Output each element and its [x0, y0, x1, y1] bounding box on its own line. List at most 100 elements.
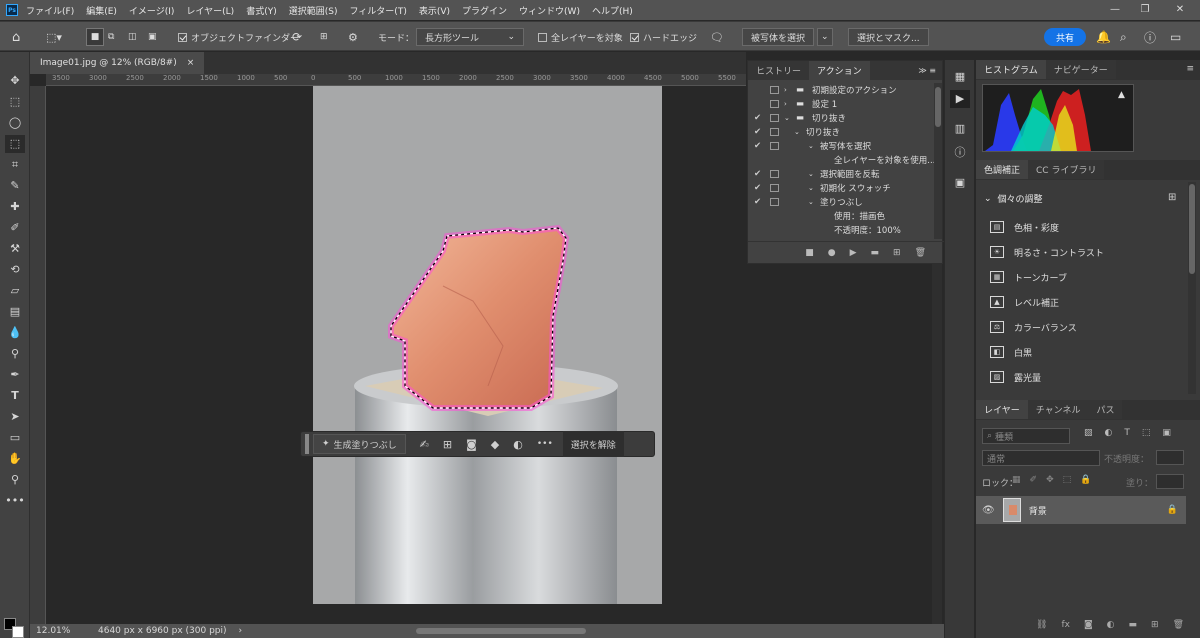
dialog-toggle-icon[interactable] — [770, 142, 779, 150]
tab-history[interactable]: ヒストリー — [748, 61, 810, 80]
action-row[interactable]: ✔ ⌄ 初期化 スウォッチ — [748, 181, 934, 195]
eraser-icon[interactable]: ▱ — [5, 282, 25, 300]
action-row[interactable]: ✔ ⌄ ▬ 切り抜き — [748, 111, 934, 125]
close-window-button[interactable]: ✕ — [1165, 0, 1195, 20]
blur-icon[interactable]: 💧 — [5, 324, 25, 342]
spot-healing-icon[interactable]: ✚ — [5, 198, 25, 216]
menu-item[interactable]: レイヤー(L) — [186, 4, 234, 17]
object-selection-icon[interactable]: ⬚ — [5, 135, 25, 153]
restore-button[interactable]: ❐ — [1130, 0, 1160, 20]
adjustment-item[interactable]: ▤ 色相・彩度 — [990, 218, 1059, 236]
dodge-icon[interactable]: ⚲ — [5, 345, 25, 363]
mask-icon[interactable]: ◙ — [466, 438, 477, 451]
chevron-down-icon[interactable]: ⌄ — [784, 114, 790, 122]
pen-icon[interactable]: ✒ — [5, 366, 25, 384]
tab-adjustments[interactable]: 色調補正 — [976, 160, 1029, 179]
more-options-icon[interactable]: ••• — [537, 439, 553, 449]
history-brush-icon[interactable]: ⟲ — [5, 261, 25, 279]
tab-paths[interactable]: パス — [1088, 400, 1123, 419]
info-panel-icon[interactable]: ⓘ — [950, 144, 970, 162]
status-menu-arrow[interactable]: › — [239, 626, 243, 636]
link-icon[interactable]: ⛓ — [1036, 620, 1047, 630]
home-icon[interactable]: ⌂ — [12, 28, 20, 46]
modify-selection-icon[interactable]: ⊞ — [443, 438, 452, 451]
fill-icon[interactable]: ◆ — [491, 438, 499, 451]
check-icon[interactable]: ✔ — [754, 197, 762, 207]
menu-item[interactable]: 選択範囲(S) — [289, 4, 338, 17]
dialog-toggle-icon[interactable] — [770, 86, 779, 94]
intersect-selection-icon[interactable]: ▣ — [148, 28, 157, 46]
gradient-icon[interactable]: ▤ — [5, 303, 25, 321]
warning-icon[interactable]: ▲ — [1118, 90, 1125, 100]
adjustments-scrollbar[interactable] — [1188, 182, 1196, 394]
crop-icon[interactable]: ⌗ — [5, 156, 25, 174]
refresh-icon[interactable]: ⟳ — [292, 28, 302, 46]
dialog-toggle-icon[interactable] — [770, 170, 779, 178]
menu-item[interactable]: フィルター(T) — [349, 4, 406, 17]
lasso-icon[interactable]: ◯ — [5, 114, 25, 132]
all-layers-checkbox[interactable]: 全レイヤーを対象 — [538, 28, 623, 46]
adjustment-item[interactable]: ☀ 明るさ・コントラスト — [990, 243, 1104, 261]
bell-icon[interactable]: 🔔 — [1096, 28, 1111, 46]
brush-icon[interactable]: ✐ — [5, 219, 25, 237]
workspace-icon[interactable]: ▭ — [1170, 28, 1181, 46]
trash-icon[interactable]: 🗑 — [1173, 620, 1184, 630]
chevron-right-icon[interactable]: › — [784, 100, 787, 108]
layer-filter-search[interactable]: ⌕ 種類 — [982, 428, 1070, 444]
adjustment-layer-icon[interactable]: ◐ — [1107, 620, 1115, 630]
menu-item[interactable]: 書式(Y) — [246, 4, 277, 17]
dialog-toggle-icon[interactable] — [770, 198, 779, 206]
adjustment-item[interactable]: ⚖ カラーバランス — [990, 318, 1077, 336]
lock-brush-icon[interactable]: ✐ — [1030, 475, 1038, 485]
mode-select[interactable]: 長方形ツール ⌄ — [416, 28, 524, 46]
action-row[interactable]: 使用：描画色 — [748, 209, 934, 223]
zoom-level[interactable]: 12.01% — [36, 626, 84, 636]
check-icon[interactable]: ✔ — [754, 113, 762, 123]
lock-position-icon[interactable]: ✥ — [1046, 475, 1054, 485]
grid-view-icon[interactable]: ⊞ — [1168, 192, 1176, 203]
action-row[interactable]: ✔ ⌄ 選択範囲を反転 — [748, 167, 934, 181]
action-row[interactable]: › ▬ 初期設定のアクション — [748, 83, 934, 97]
rectangular-marquee-icon[interactable]: ⬚ — [5, 93, 25, 111]
select-subject-button[interactable]: 被写体を選択 — [742, 28, 815, 46]
layer-name[interactable]: 背景 — [1029, 504, 1047, 517]
tab-layers[interactable]: レイヤー — [976, 400, 1028, 419]
adjustment-item[interactable]: ◧ 白黒 — [990, 343, 1032, 361]
hand-icon[interactable]: ✋ — [5, 450, 25, 468]
scroll-thumb[interactable] — [1189, 184, 1195, 274]
menu-item[interactable]: 表示(V) — [419, 4, 450, 17]
chevron-down-icon[interactable]: ⌄ — [808, 184, 814, 192]
action-row[interactable]: ✔ ⌄ 塗りつぶし — [748, 195, 934, 209]
filter-shape-icon[interactable]: ⬚ — [1142, 428, 1151, 438]
new-layer-icon[interactable]: ⊞ — [1151, 620, 1159, 630]
group-icon[interactable]: ▬ — [1129, 620, 1138, 630]
edit-toolbar-icon[interactable]: ••• — [5, 492, 25, 510]
gear-icon[interactable]: ⚙ — [348, 28, 358, 46]
action-row[interactable]: › ▬ 設定 1 — [748, 97, 934, 111]
check-icon[interactable]: ✔ — [754, 141, 762, 151]
history-panel-icon[interactable]: ▦ — [950, 68, 970, 86]
rectangle-icon[interactable]: ▭ — [5, 429, 25, 447]
adjustment-item[interactable]: ▨ 露光量 — [990, 368, 1041, 386]
actions-panel-icon[interactable]: ▶ — [950, 90, 970, 108]
trash-icon[interactable]: 🗑 — [915, 248, 926, 258]
adjustment-item[interactable]: ▦ トーンカーブ — [990, 268, 1067, 286]
eye-icon[interactable]: 👁 — [982, 505, 995, 516]
zoom-icon[interactable]: ⚲ — [5, 471, 25, 489]
lock-pixels-icon[interactable]: ▦ — [1012, 475, 1021, 485]
menu-item[interactable]: プラグイン — [462, 4, 507, 17]
fill-input[interactable] — [1156, 474, 1184, 489]
add-selection-icon[interactable]: ⧉ — [108, 28, 114, 46]
adjustment-item[interactable]: ▲ レベル補正 — [990, 293, 1059, 311]
chevron-down-icon[interactable]: ⌄ — [808, 142, 814, 150]
menu-item[interactable]: 編集(E) — [86, 4, 117, 17]
menu-item[interactable]: ウィンドウ(W) — [519, 4, 580, 17]
action-row[interactable]: 不透明度：100% — [748, 223, 934, 237]
close-tab-icon[interactable]: × — [187, 58, 195, 68]
new-set-icon[interactable]: ▬ — [871, 248, 880, 258]
filter-smart-icon[interactable]: ▣ — [1162, 428, 1171, 438]
select-and-mask-button[interactable]: 選択とマスク... — [848, 28, 929, 46]
chevron-down-icon[interactable]: ⌄ — [808, 170, 814, 178]
deselect-button[interactable]: 選択を解除 — [562, 431, 624, 457]
move-tool-icon[interactable]: ✥ — [5, 72, 25, 90]
